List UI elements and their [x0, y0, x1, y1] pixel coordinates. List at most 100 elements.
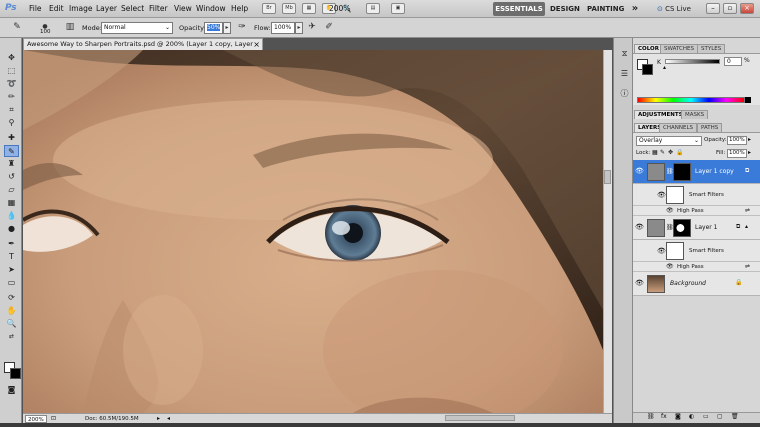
workspace-design[interactable]: DESIGN: [550, 2, 580, 16]
adjustment-layer-icon[interactable]: ◐: [689, 413, 694, 420]
tab-masks[interactable]: MASKS: [681, 110, 709, 119]
pressure-opacity-icon[interactable]: ✑: [235, 21, 249, 34]
layer-mask-thumbnail[interactable]: [673, 163, 691, 181]
smart-filter-mask-thumbnail[interactable]: [666, 186, 684, 204]
k-slider-thumb-icon[interactable]: ▴: [663, 64, 666, 71]
color-panel-background-swatch[interactable]: [642, 64, 653, 75]
mode-select[interactable]: Normal ⌄: [101, 22, 173, 34]
menu-layer[interactable]: Layer: [96, 4, 117, 13]
lock-transparency-icon[interactable]: ▦: [652, 149, 658, 156]
healing-brush-tool-icon[interactable]: ✚: [4, 132, 19, 144]
path-selection-tool-icon[interactable]: ➤: [4, 264, 19, 276]
tab-styles[interactable]: STYLES: [697, 44, 726, 53]
clone-stamp-tool-icon[interactable]: ♜: [4, 158, 19, 170]
document-size-info[interactable]: Doc: 60.5M/190.5M: [85, 415, 139, 423]
pen-tool-icon[interactable]: ✒: [4, 238, 19, 250]
shape-tool-icon[interactable]: ▭: [4, 277, 19, 289]
pressure-size-icon[interactable]: ✐: [322, 21, 336, 34]
menu-window[interactable]: Window: [196, 4, 226, 13]
layer-row-layer-1-copy[interactable]: 👁 ⛓ Layer 1 copy ⧉: [633, 160, 760, 184]
scroll-left-icon[interactable]: ◂: [167, 415, 170, 423]
background-color-swatch[interactable]: [10, 368, 21, 379]
menu-select[interactable]: Select: [121, 4, 144, 13]
more-workspaces-icon[interactable]: »: [629, 2, 641, 16]
dodge-tool-icon[interactable]: ●: [4, 223, 19, 235]
layer-mask-thumbnail[interactable]: [673, 219, 691, 237]
tab-swatches[interactable]: SWATCHES: [660, 44, 698, 53]
add-mask-icon[interactable]: ◙: [675, 413, 681, 420]
horizontal-scrollbar-thumb[interactable]: [445, 415, 515, 421]
layer-row-background[interactable]: 👁 Background 🔒: [633, 272, 760, 296]
status-info-icon[interactable]: ⊡: [51, 415, 56, 423]
filter-eye-icon[interactable]: 👁: [666, 207, 674, 214]
delete-layer-icon[interactable]: 🗑: [731, 413, 739, 420]
lock-position-icon[interactable]: ✥: [668, 149, 673, 156]
vertical-scrollbar-thumb[interactable]: [604, 170, 611, 184]
type-tool-icon[interactable]: T: [4, 251, 19, 263]
color-spectrum-bar[interactable]: [637, 97, 745, 103]
tab-color[interactable]: COLOR: [634, 44, 663, 53]
fill-field[interactable]: 100%: [727, 149, 747, 158]
filter-row-high-pass[interactable]: 👁 High Pass ⇌: [633, 262, 760, 272]
new-group-icon[interactable]: ▭: [703, 413, 709, 420]
document-tab[interactable]: Awesome Way to Sharpen Portraits.psd @ 2…: [23, 38, 263, 59]
k-slider[interactable]: [665, 59, 720, 64]
marquee-tool-icon[interactable]: ⬚: [4, 65, 19, 77]
menu-file[interactable]: File: [29, 4, 42, 13]
menu-help[interactable]: Help: [231, 4, 248, 13]
smart-filters-eye-icon[interactable]: 👁: [657, 247, 666, 255]
minibridge-icon[interactable]: Mb: [282, 3, 296, 14]
brush-tool-icon[interactable]: ✎: [4, 145, 19, 157]
smart-filters-row[interactable]: 👁 Smart Filters: [633, 184, 760, 206]
filter-eye-icon[interactable]: 👁: [666, 263, 674, 270]
move-tool-icon[interactable]: ✥: [4, 52, 19, 64]
layer-opacity-arrow-icon[interactable]: ▸: [748, 136, 751, 143]
eraser-tool-icon[interactable]: ▱: [4, 184, 19, 196]
status-menu-arrow-icon[interactable]: ▸: [157, 415, 160, 423]
opacity-slider-arrow-icon[interactable]: ▸: [223, 22, 231, 34]
lasso-tool-icon[interactable]: ➰: [4, 78, 19, 90]
document-canvas[interactable]: [23, 50, 612, 413]
3d-rotate-tool-icon[interactable]: ⟳: [4, 292, 19, 304]
crop-tool-icon[interactable]: ⌗: [4, 104, 19, 116]
filter-row-high-pass[interactable]: 👁 High Pass ⇌: [633, 206, 760, 216]
layer-row-layer-1[interactable]: 👁 ⛓ Layer 1 ⧉ ▴: [633, 216, 760, 240]
history-panel-icon[interactable]: ⧖: [617, 48, 632, 60]
new-layer-icon[interactable]: ▢: [717, 413, 723, 420]
airbrush-icon[interactable]: ✈: [305, 21, 319, 34]
bridge-icon[interactable]: Br: [262, 3, 276, 14]
visibility-eye-icon[interactable]: 👁: [635, 167, 644, 175]
cs-live-button[interactable]: ⊙ CS Live: [656, 2, 692, 16]
flow-field[interactable]: 100%: [271, 22, 295, 34]
workspace-painting[interactable]: PAINTING: [587, 2, 624, 16]
info-panel-icon[interactable]: ⓘ: [617, 88, 632, 100]
close-icon[interactable]: ×: [253, 39, 260, 50]
zoom-tool-icon[interactable]: 🔍: [4, 318, 19, 330]
visibility-eye-icon[interactable]: 👁: [635, 279, 644, 287]
layer-style-icon[interactable]: fx: [661, 413, 667, 420]
smart-filter-mask-thumbnail[interactable]: [666, 242, 684, 260]
swap-colors-icon[interactable]: ⇄: [4, 331, 19, 343]
brush-tool-preset-icon[interactable]: ✎: [10, 21, 24, 34]
blur-tool-icon[interactable]: 💧: [4, 210, 19, 222]
properties-panel-icon[interactable]: ☰: [617, 68, 632, 80]
zoom-level[interactable]: 200%: [329, 4, 350, 13]
screen-mode-icon[interactable]: ▣: [391, 3, 405, 14]
collapse-arrow-icon[interactable]: ▴: [745, 223, 748, 230]
lock-image-icon[interactable]: ✎: [660, 149, 665, 156]
spectrum-black-swatch[interactable]: [745, 97, 751, 103]
history-brush-tool-icon[interactable]: ↺: [4, 171, 19, 183]
layer-opacity-field[interactable]: 100%: [727, 136, 747, 145]
menu-filter[interactable]: Filter: [149, 4, 168, 13]
close-button[interactable]: ×: [740, 3, 754, 14]
visibility-eye-icon[interactable]: 👁: [635, 223, 644, 231]
status-zoom-field[interactable]: 200%: [25, 415, 47, 423]
link-layers-icon[interactable]: ⛓: [647, 413, 655, 420]
fill-arrow-icon[interactable]: ▸: [748, 149, 751, 156]
hand-tool-icon[interactable]: ✋: [4, 305, 19, 317]
menu-image[interactable]: Image: [69, 4, 93, 13]
menu-view[interactable]: View: [174, 4, 192, 13]
extras-icon[interactable]: ▦: [302, 3, 316, 14]
smart-filters-eye-icon[interactable]: 👁: [657, 191, 666, 199]
arrange-documents-icon[interactable]: ▤: [366, 3, 380, 14]
